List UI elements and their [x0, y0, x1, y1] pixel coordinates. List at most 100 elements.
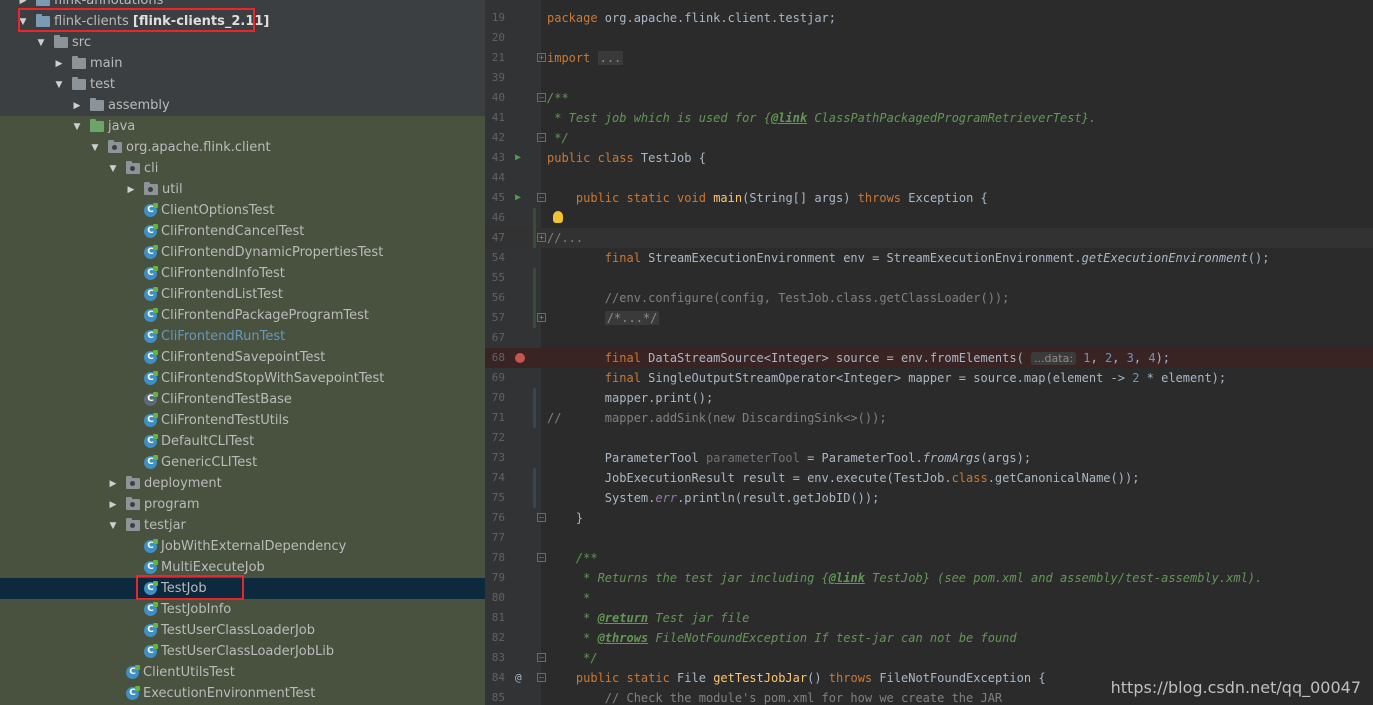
- tree-item[interactable]: ▶ main: [0, 53, 485, 74]
- tree-item[interactable]: ▶CCliFrontendTestBase: [0, 389, 485, 410]
- code-line[interactable]: 76 – }: [485, 508, 1373, 528]
- tree-item[interactable]: ▶CClientUtilsTest: [0, 662, 485, 683]
- vcs-change-marker[interactable]: [533, 488, 536, 508]
- code-line[interactable]: 70 mapper.print();: [485, 388, 1373, 408]
- tree-item[interactable]: ▶CCliFrontendRunTest: [0, 326, 485, 347]
- code-text[interactable]: // mapper.addSink(new DiscardingSink<>()…: [547, 408, 887, 428]
- project-tree[interactable]: ▶ flink-annotations ▼ flink-clients [flink-…: [0, 0, 485, 705]
- vcs-change-marker[interactable]: [533, 388, 536, 408]
- code-text[interactable]: ParameterTool parameterTool = ParameterT…: [547, 448, 1031, 468]
- code-line[interactable]: 83 – */: [485, 648, 1373, 668]
- tree-item[interactable]: ▶CCliFrontendPackageProgramTest: [0, 305, 485, 326]
- code-text[interactable]: public class TestJob {: [547, 148, 706, 168]
- fold-collapse-icon[interactable]: –: [537, 93, 546, 102]
- tree-item[interactable]: ▶CGenericCLITest: [0, 452, 485, 473]
- code-text[interactable]: JobExecutionResult result = env.execute(…: [547, 468, 1140, 488]
- code-line[interactable]: 57 + /*...*/: [485, 308, 1373, 328]
- code-text[interactable]: */: [547, 648, 597, 668]
- tree-item[interactable]: ▼ src: [0, 32, 485, 53]
- code-line[interactable]: 78 – /**: [485, 548, 1373, 568]
- tree-item[interactable]: ▶CTestUserClassLoaderJobLib: [0, 641, 485, 662]
- code-line[interactable]: 79 * Returns the test jar including {@li…: [485, 568, 1373, 588]
- code-text[interactable]: final StreamExecutionEnvironment env = S…: [547, 248, 1270, 268]
- code-line[interactable]: 44: [485, 168, 1373, 188]
- code-text[interactable]: final DataStreamSource<Integer> source =…: [547, 348, 1170, 369]
- code-line[interactable]: 81 * @return Test jar file: [485, 608, 1373, 628]
- vcs-change-marker[interactable]: [533, 468, 536, 488]
- tree-item[interactable]: ▶CCliFrontendListTest: [0, 284, 485, 305]
- expand-arrow-right-icon[interactable]: ▶: [54, 59, 64, 69]
- tree-item[interactable]: ▶CTestJobInfo: [0, 599, 485, 620]
- code-text[interactable]: System.err.println(result.getJobID());: [547, 488, 880, 508]
- code-text[interactable]: *: [547, 588, 590, 608]
- fold-collapse-icon[interactable]: –: [537, 653, 546, 662]
- code-text[interactable]: final SingleOutputStreamOperator<Integer…: [547, 368, 1226, 388]
- annotation-gutter-icon[interactable]: @: [515, 668, 522, 688]
- code-line[interactable]: 47 +//...: [485, 228, 1373, 248]
- tree-item[interactable]: ▼ testjar: [0, 515, 485, 536]
- code-line[interactable]: 19 package org.apache.flink.client.testja…: [485, 8, 1373, 28]
- fold-expand-icon[interactable]: +: [537, 53, 546, 62]
- expand-arrow-right-icon[interactable]: ▶: [108, 500, 118, 510]
- expand-arrow-down-icon[interactable]: ▼: [108, 164, 118, 174]
- code-line[interactable]: 73 ParameterTool parameterTool = Paramet…: [485, 448, 1373, 468]
- vcs-change-marker[interactable]: [533, 268, 536, 288]
- expand-arrow-down-icon[interactable]: ▼: [108, 521, 118, 531]
- code-text[interactable]: * @return Test jar file: [547, 608, 749, 628]
- code-line[interactable]: 56 //env.configure(config, TestJob.class…: [485, 288, 1373, 308]
- code-line[interactable]: 69 final SingleOutputStreamOperator<Inte…: [485, 368, 1373, 388]
- vcs-change-marker[interactable]: [533, 308, 536, 328]
- code-line[interactable]: 75 System.err.println(result.getJobID())…: [485, 488, 1373, 508]
- code-line[interactable]: 80 *: [485, 588, 1373, 608]
- tree-item[interactable]: ▶CCliFrontendDynamicPropertiesTest: [0, 242, 485, 263]
- code-line[interactable]: 20: [485, 28, 1373, 48]
- tree-item[interactable]: ▶CCliFrontendCancelTest: [0, 221, 485, 242]
- fold-expand-icon[interactable]: +: [537, 233, 546, 242]
- code-text[interactable]: public static void main(String[] args) t…: [547, 188, 988, 208]
- tree-item[interactable]: ▶CJobWithExternalDependency: [0, 536, 485, 557]
- tree-item[interactable]: ▼ org.apache.flink.client: [0, 137, 485, 158]
- code-text[interactable]: }: [547, 508, 583, 528]
- code-line[interactable]: 72: [485, 428, 1373, 448]
- code-line[interactable]: 68 final DataStreamSource<Integer> sourc…: [485, 348, 1373, 368]
- code-line[interactable]: 54 final StreamExecutionEnvironment env …: [485, 248, 1373, 268]
- tree-item[interactable]: ▶ util: [0, 179, 485, 200]
- run-gutter-icon[interactable]: ▶: [515, 188, 521, 208]
- run-gutter-icon[interactable]: ▶: [515, 148, 521, 168]
- code-line[interactable]: 67: [485, 328, 1373, 348]
- fold-collapse-icon[interactable]: –: [537, 673, 546, 682]
- code-text[interactable]: /**: [547, 88, 569, 108]
- code-line[interactable]: 40 –/**: [485, 88, 1373, 108]
- expand-arrow-down-icon[interactable]: ▼: [72, 122, 82, 132]
- code-line[interactable]: 41 * Test job which is used for {@link C…: [485, 108, 1373, 128]
- tree-item[interactable]: ▶CCliFrontendStopWithSavepointTest: [0, 368, 485, 389]
- code-text[interactable]: import ...: [547, 48, 624, 68]
- code-text[interactable]: //env.configure(config, TestJob.class.ge…: [547, 288, 1010, 308]
- expand-arrow-right-icon[interactable]: ▶: [126, 185, 136, 195]
- tree-item[interactable]: ▶ deployment: [0, 473, 485, 494]
- code-line[interactable]: 82 * @throws FileNotFoundException If te…: [485, 628, 1373, 648]
- breakpoint-icon[interactable]: [515, 353, 525, 363]
- code-text[interactable]: * Test job which is used for {@link Clas…: [547, 108, 1096, 128]
- code-text[interactable]: /*...*/: [547, 308, 660, 328]
- code-text[interactable]: package org.apache.flink.client.testjar;: [547, 8, 836, 28]
- fold-collapse-icon[interactable]: –: [537, 193, 546, 202]
- tree-item[interactable]: ▶ program: [0, 494, 485, 515]
- expand-arrow-down-icon[interactable]: ▼: [36, 38, 46, 48]
- fold-collapse-icon[interactable]: –: [537, 133, 546, 142]
- tree-item[interactable]: ▶CExecutionEnvironmentTest: [0, 683, 485, 704]
- expand-arrow-right-icon[interactable]: ▶: [108, 479, 118, 489]
- code-line[interactable]: 43 ▶ public class TestJob {: [485, 148, 1373, 168]
- tree-item[interactable]: ▶CCliFrontendTestUtils: [0, 410, 485, 431]
- code-line[interactable]: 71 // mapper.addSink(new DiscardingSink<>…: [485, 408, 1373, 428]
- code-line[interactable]: 45 ▶ – public static void main(String[] ar…: [485, 188, 1373, 208]
- code-text[interactable]: // Check the module's pom.xml for how we…: [547, 688, 1002, 705]
- code-text[interactable]: * Returns the test jar including {@link …: [547, 568, 1262, 588]
- code-line[interactable]: 74 JobExecutionResult result = env.execu…: [485, 468, 1373, 488]
- fold-expand-icon[interactable]: +: [537, 313, 546, 322]
- expand-arrow-right-icon[interactable]: ▶: [18, 0, 28, 6]
- tree-item[interactable]: ▼ java: [0, 116, 485, 137]
- code-editor[interactable]: 19 package org.apache.flink.client.testja…: [485, 0, 1373, 705]
- intention-bulb-icon[interactable]: [553, 211, 563, 223]
- code-text[interactable]: */: [547, 128, 568, 148]
